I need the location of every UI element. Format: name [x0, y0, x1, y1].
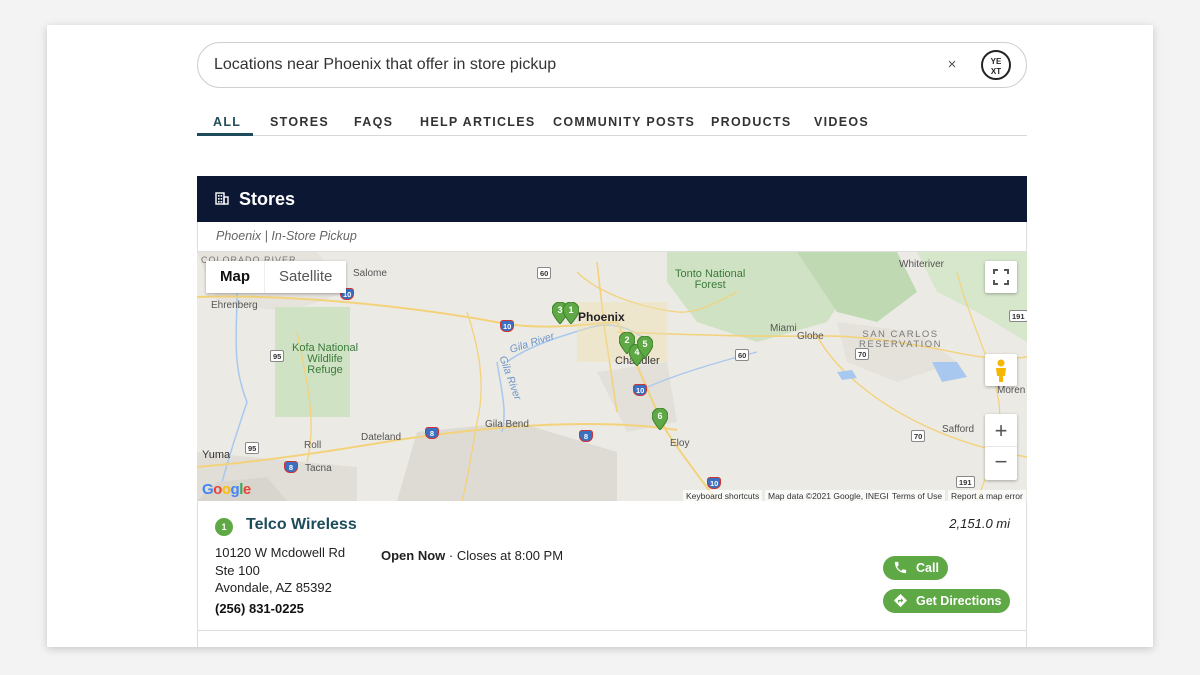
- logo-text-top: YE: [990, 57, 1002, 66]
- applied-filters: Phoenix | In-Store Pickup: [197, 222, 1027, 252]
- map-label-gila-bend: Gila Bend: [485, 419, 529, 430]
- highway-shield: 8: [579, 430, 593, 442]
- section-header: Stores: [197, 176, 1027, 222]
- map-label-phoenix: Phoenix: [578, 310, 625, 324]
- highway-shield: 60: [735, 349, 750, 361]
- map-label-miami: Miami: [770, 323, 797, 334]
- tab-faqs[interactable]: FAQS: [354, 115, 393, 129]
- results-page: × YE XT ALL STORES FAQS HELP ARTICLES CO…: [47, 25, 1153, 647]
- map-label-tonto: Tonto National Forest: [675, 268, 746, 291]
- map-label-tacna: Tacna: [305, 463, 332, 474]
- map-marker[interactable]: 6: [651, 407, 669, 431]
- map-marker-number: 6: [657, 411, 663, 421]
- result-phone[interactable]: (256) 831-0225: [215, 601, 304, 616]
- zoom-in-button[interactable]: +: [985, 414, 1017, 447]
- address-line-3: Avondale, AZ 85392: [215, 580, 332, 595]
- directions-button-label: Get Directions: [916, 594, 1002, 608]
- phone-icon: [894, 561, 907, 574]
- highway-shield: 10: [633, 384, 648, 396]
- address-line-2: Ste 100: [215, 562, 260, 578]
- open-status: Open Now: [381, 548, 446, 563]
- map-label-salome: Salome: [353, 268, 387, 279]
- search-bar: × YE XT: [197, 42, 1027, 88]
- highway-shield: 70: [855, 348, 870, 360]
- result-number: 1: [215, 518, 233, 536]
- next-result-card: [197, 631, 1027, 647]
- address-line-1: 10120 W Mcdowell Rd: [215, 545, 346, 560]
- terms-of-use-link[interactable]: Terms of Use: [889, 490, 946, 501]
- map-marker-number: 1: [568, 305, 574, 315]
- map-label-globe: Globe: [797, 331, 824, 342]
- map-label-eloy: Eloy: [670, 438, 690, 449]
- clear-search-button[interactable]: ×: [943, 56, 961, 74]
- map-label-kofa: Kofa National Wildlife Refuge: [292, 342, 359, 376]
- map-marker[interactable]: 5: [636, 335, 654, 359]
- satellite-view-button[interactable]: Satellite: [264, 261, 346, 293]
- highway-shield: 95: [270, 350, 285, 362]
- active-tab-indicator: [197, 133, 253, 136]
- highway-shield: 8: [425, 427, 439, 439]
- street-view-button[interactable]: [985, 354, 1017, 386]
- tab-videos[interactable]: VIDEOS: [814, 115, 869, 129]
- tab-help-articles[interactable]: HELP ARTICLES: [420, 115, 536, 129]
- result-title-link[interactable]: Telco Wireless: [246, 516, 357, 534]
- tab-stores[interactable]: STORES: [270, 115, 329, 129]
- building-icon: [215, 192, 229, 205]
- map-label-ehrenberg: Ehrenberg: [211, 300, 258, 311]
- directions-icon: [893, 593, 908, 608]
- fullscreen-icon: [993, 269, 1009, 285]
- highway-shield: 10: [707, 477, 722, 489]
- result-address: 10120 W Mcdowell Rd Ste 100 Avondale, AZ…: [215, 544, 345, 597]
- highway-shield: 191: [1009, 310, 1027, 322]
- call-button-label: Call: [916, 561, 939, 575]
- map-data-attribution: Map data ©2021 Google, INEGI: [765, 490, 892, 501]
- map-label-safford: Safford: [942, 424, 975, 435]
- map-label-dateland: Dateland: [361, 432, 402, 443]
- report-map-error-link[interactable]: Report a map error: [948, 490, 1026, 501]
- highway-shield: 10: [500, 320, 515, 332]
- map-view-button[interactable]: Map: [206, 261, 264, 293]
- map-marker[interactable]: 1: [562, 301, 580, 325]
- result-card: 1 Telco Wireless 2,151.0 mi 10120 W Mcdo…: [197, 501, 1027, 631]
- result-hours: Open Now · Closes at 8:00 PM: [381, 548, 563, 563]
- map-type-control: Map Satellite: [206, 261, 347, 293]
- logo-text-bottom: XT: [990, 67, 1002, 76]
- highway-shield: 191: [956, 476, 975, 488]
- vertical-tabs: ALL STORES FAQS HELP ARTICLES COMMUNITY …: [197, 105, 1027, 136]
- pegman-icon: [996, 359, 1006, 382]
- map-marker-number: 5: [642, 339, 648, 349]
- closing-time: · Closes at 8:00 PM: [445, 548, 564, 563]
- tab-community-posts[interactable]: COMMUNITY POSTS: [553, 115, 695, 129]
- highway-shield: 8: [284, 461, 298, 473]
- get-directions-button[interactable]: Get Directions: [883, 589, 1010, 613]
- map[interactable]: COLORADO RIVER Salome Ehrenberg Kofa Nat…: [197, 252, 1027, 501]
- tab-all[interactable]: ALL: [213, 115, 241, 129]
- zoom-control: + −: [985, 414, 1017, 480]
- highway-shield: 95: [245, 442, 260, 454]
- fullscreen-button[interactable]: [985, 261, 1017, 293]
- map-label-yuma: Yuma: [202, 449, 231, 461]
- highway-shield: 60: [537, 267, 552, 279]
- keyboard-shortcuts-link[interactable]: Keyboard shortcuts: [683, 490, 763, 501]
- map-label-whiteriver: Whiteriver: [899, 259, 945, 270]
- highway-shield: 70: [911, 430, 926, 442]
- section-title: Stores: [239, 189, 296, 209]
- map-label-roll: Roll: [304, 440, 322, 451]
- result-distance: 2,151.0 mi: [949, 516, 1010, 531]
- yext-logo[interactable]: YE XT: [981, 50, 1011, 80]
- google-logo: Google: [202, 481, 251, 498]
- map-label-moren: Moren: [997, 385, 1026, 396]
- tab-products[interactable]: PRODUCTS: [711, 115, 792, 129]
- zoom-out-button[interactable]: −: [985, 447, 1017, 480]
- search-input[interactable]: [214, 43, 914, 87]
- call-button[interactable]: Call: [883, 556, 948, 580]
- map-label-san-carlos: SAN CARLOS RESERVATION: [859, 329, 943, 350]
